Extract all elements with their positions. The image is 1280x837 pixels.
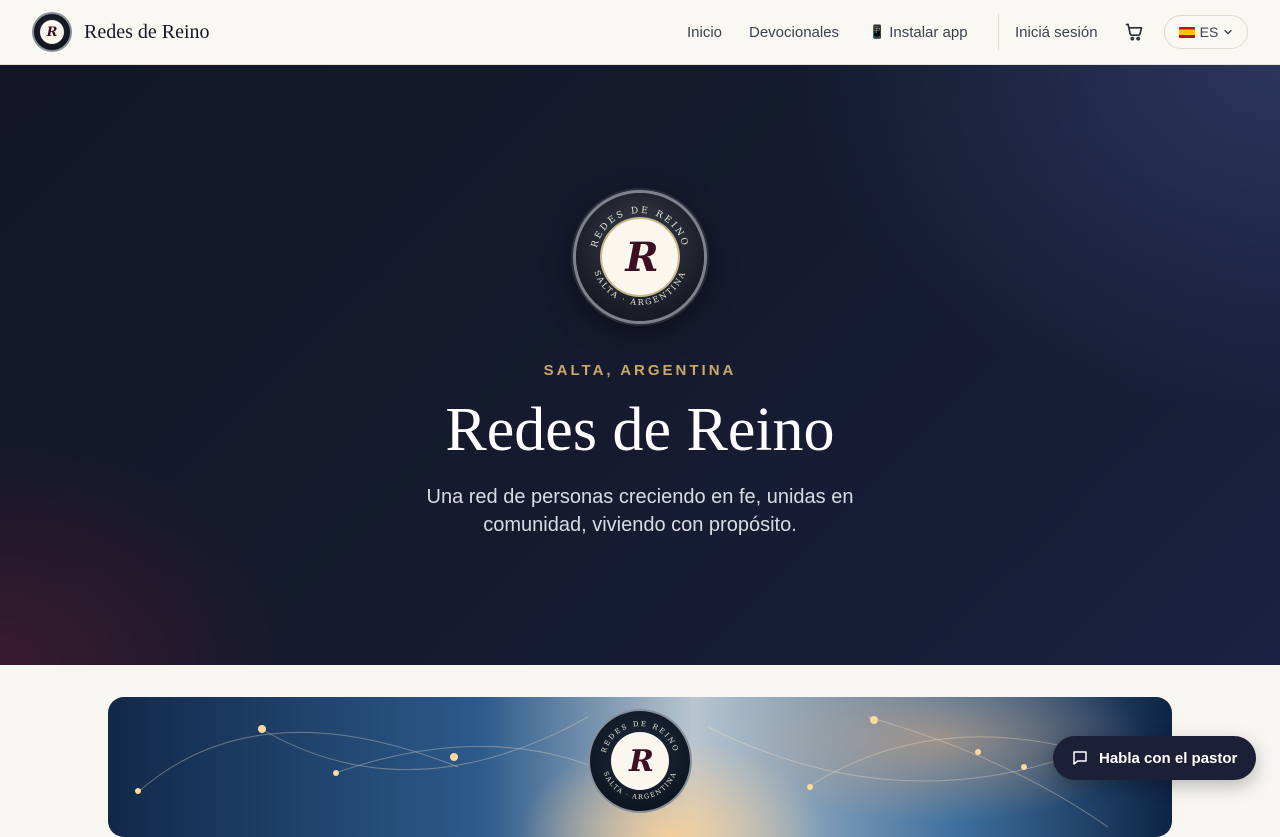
nav-link-label: Instalar app (889, 23, 968, 41)
banner-emblem: REDES DE REINO SALTA · ARGENTINA R (590, 711, 690, 811)
brand-logo-letters: R (40, 20, 64, 44)
hero-title: Redes de Reino (445, 396, 835, 464)
chat-bubble-icon (1073, 751, 1087, 765)
hero-location: SALTA, ARGENTINA (543, 362, 737, 379)
nav-item-inicio[interactable]: Inicio (687, 0, 722, 64)
chevron-down-icon (1224, 29, 1233, 35)
brand-home-link[interactable]: R Redes de Reino (32, 12, 210, 52)
banner-emblem-letters: R (611, 732, 669, 790)
nav-link-label: Devocionales (749, 23, 840, 41)
nav-link-label: Inicio (687, 23, 723, 41)
chat-button-label: Habla con el pastor (1099, 749, 1238, 767)
spain-flag-icon (1178, 26, 1195, 38)
chat-with-pastor-button[interactable]: Habla con el pastor (1053, 736, 1256, 780)
hero-section: REDES DE REINO SALTA · ARGENTINA R SALTA… (0, 65, 1280, 665)
nav-item-install-app[interactable]: 📱 Instalar app (869, 0, 968, 64)
nav-divider (998, 14, 999, 50)
login-label: Iniciá sesión (1015, 23, 1098, 41)
brand-logo: R (32, 12, 72, 52)
phone-icon: 📱 (869, 24, 886, 39)
login-link[interactable]: Iniciá sesión (1015, 0, 1098, 64)
emblem-letters: R (602, 219, 678, 295)
brand-name: Redes de Reino (84, 20, 210, 43)
hero-subtitle: Una red de personas creciendo en fe, uni… (426, 486, 854, 536)
language-code: ES (1199, 24, 1219, 40)
nav-item-devocionales[interactable]: Devocionales (749, 0, 839, 64)
ministry-emblem: REDES DE REINO SALTA · ARGENTINA R (576, 193, 704, 321)
cart-icon[interactable] (1124, 22, 1144, 42)
top-navbar: R Redes de Reino Inicio Devocionales 📱 I… (0, 0, 1280, 65)
network-banner-image: REDES DE REINO SALTA · ARGENTINA R (108, 697, 1172, 837)
language-selector[interactable]: ES (1164, 15, 1248, 49)
